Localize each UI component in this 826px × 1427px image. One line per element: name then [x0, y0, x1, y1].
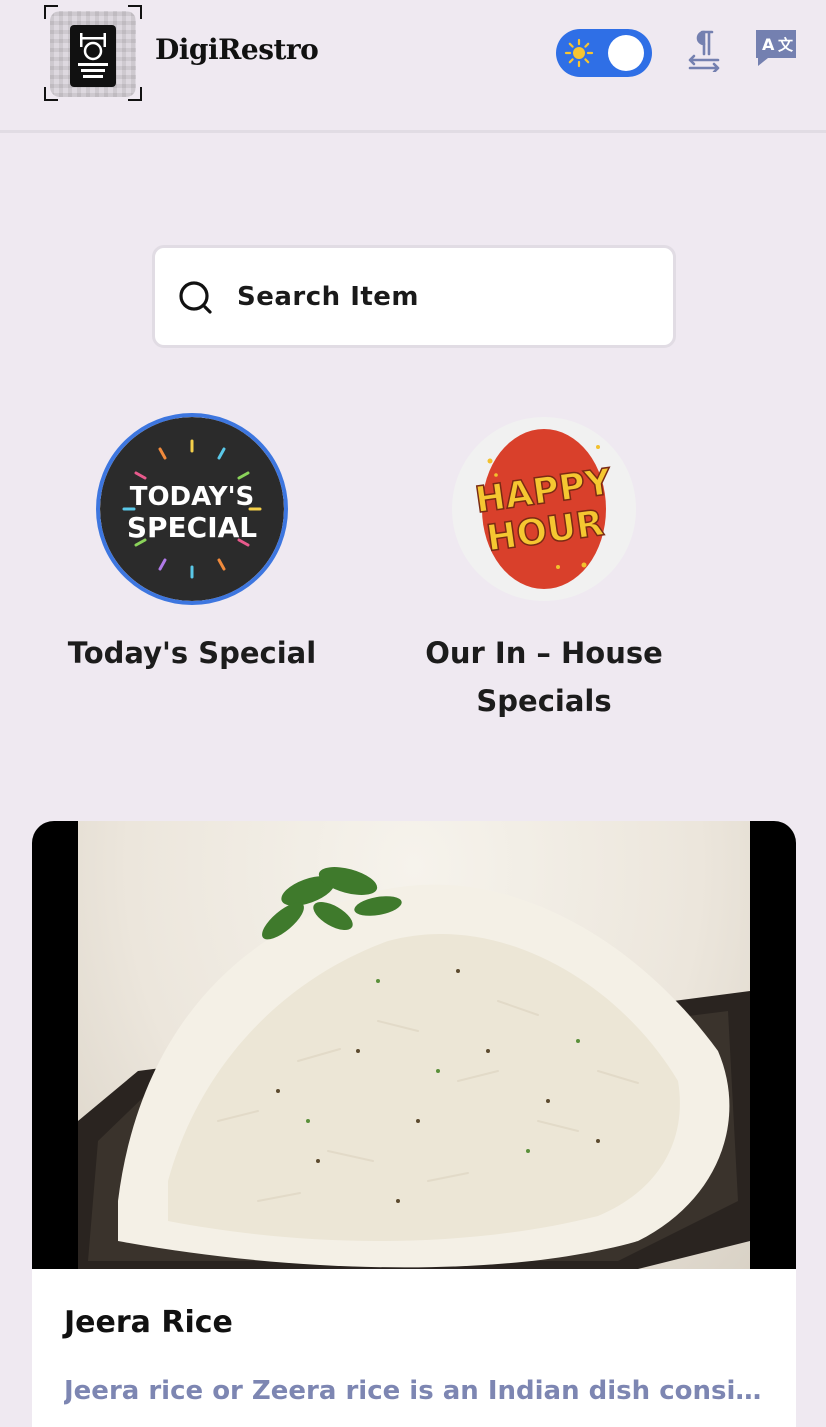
- happy-hour-badge-icon: HAPPY HOUR: [452, 417, 636, 601]
- category-label: Today's Special: [67, 636, 317, 670]
- category-todays-special[interactable]: TODAY'S SPECIAL Today's Special: [48, 413, 336, 677]
- qr-logo-icon[interactable]: [44, 5, 142, 101]
- todays-special-badge-icon: TODAY'S SPECIAL: [96, 413, 288, 605]
- svg-text:A: A: [762, 35, 775, 54]
- item-description: Jeera rice or Zeera rice is an Indian di…: [64, 1376, 774, 1406]
- sun-icon: [564, 38, 594, 68]
- svg-text:TODAY'S: TODAY'S: [130, 482, 255, 512]
- item-image: [32, 821, 796, 1269]
- app-header: DigiRestro A 文: [0, 0, 826, 133]
- svg-text:文: 文: [778, 36, 794, 54]
- brand-name: DigiRestro: [155, 33, 319, 66]
- category-label: Our In – House Specials: [425, 636, 663, 718]
- theme-toggle[interactable]: [556, 29, 652, 77]
- svg-text:SPECIAL: SPECIAL: [127, 511, 257, 544]
- search-input[interactable]: Search Item: [237, 282, 419, 312]
- search-box[interactable]: Search Item: [152, 245, 676, 348]
- toggle-knob: [608, 35, 644, 71]
- category-in-house-specials[interactable]: HAPPY HOUR Our In – House Specials: [400, 417, 688, 725]
- menu-item-card[interactable]: Jeera Rice Jeera rice or Zeera rice is a…: [32, 821, 796, 1427]
- search-icon: [179, 281, 212, 314]
- translate-icon[interactable]: A 文: [754, 28, 798, 72]
- item-title: Jeera Rice: [64, 1305, 233, 1340]
- text-direction-icon[interactable]: [682, 28, 726, 72]
